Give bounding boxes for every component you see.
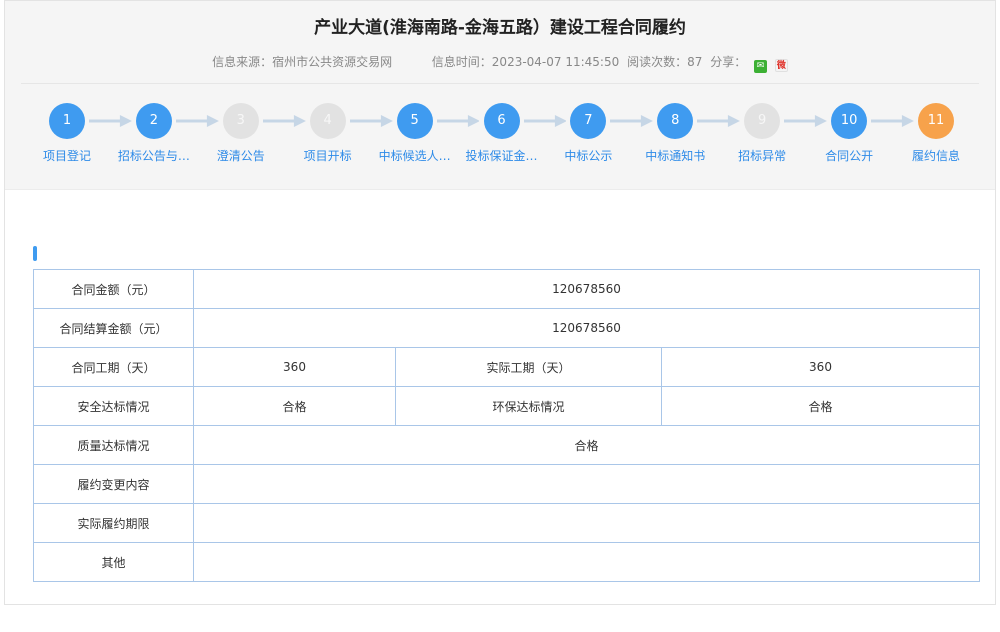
step-arrow [523,115,567,127]
step-10-label[interactable]: 合同公开 [808,147,890,164]
table-row: 履约变更内容 [33,464,981,504]
step-1-circle[interactable]: 1 [49,103,85,139]
step-4-label[interactable]: 项目开标 [287,147,369,164]
step-arrow [349,115,393,127]
step-3-circle[interactable]: 3 [222,103,259,139]
table-row: 其他 [33,542,981,582]
actual-period-label: 实际工期（天） [395,347,662,387]
change-value [192,464,981,504]
step-arrow [436,115,480,127]
step-11-circle[interactable]: 11 [918,103,954,139]
environment-label: 环保达标情况 [395,386,662,426]
step-arrow [871,115,914,127]
quality-value: 合格 [192,425,981,465]
step-1-label[interactable]: 项目登记 [26,147,108,164]
change-label: 履约变更内容 [33,464,194,504]
section-marker [33,246,37,261]
actual-term-value [192,503,981,543]
table-row: 实际履约期限 [33,503,981,543]
environment-value: 合格 [660,386,981,426]
step-10-circle[interactable]: 10 [831,103,868,139]
actual-period-value: 360 [660,347,981,387]
step-arrow [262,115,306,127]
table-row: 合同结算金额（元） 120678560 [33,308,981,348]
table-row: 合同工期（天） 360 实际工期（天） 360 [33,347,981,387]
step-arrow [610,115,654,127]
contract-amount-value: 120678560 [192,269,981,309]
table-row: 合同金额（元） 120678560 [33,269,981,309]
table-row: 质量达标情况 合格 [33,425,981,465]
step-arrow [697,115,741,127]
step-8-circle[interactable]: 8 [657,103,694,139]
quality-label: 质量达标情况 [33,425,194,465]
content-card: 产业大道(淮海南路-金海五路）建设工程合同履约 信息来源：宿州市公共资源交易网 … [4,0,996,605]
contract-period-value: 360 [193,347,396,387]
step-7-label[interactable]: 中标公示 [547,147,629,164]
step-5-circle[interactable]: 5 [396,103,433,139]
step-arrow [89,115,132,127]
contract-info-table: 合同金额（元） 120678560 合同结算金额（元） 120678560 合同… [33,269,981,582]
step-arrow [175,115,219,127]
contract-period-label: 合同工期（天） [33,347,194,387]
page-header: 产业大道(淮海南路-金海五路）建设工程合同履约 信息来源：宿州市公共资源交易网 … [5,1,995,190]
safety-label: 安全达标情况 [33,386,194,426]
progress-steps: 1 项目登记 2 招标公告与… 3 澄清公告 4 项目开标 5 中标候选人… 6 投标保证金… 7 中标公… [5,1,995,189]
step-4-circle[interactable]: 4 [309,103,346,139]
step-9-circle[interactable]: 9 [744,103,781,139]
step-8-label[interactable]: 中标通知书 [634,147,716,164]
step-2-circle[interactable]: 2 [135,103,172,139]
step-7-circle[interactable]: 7 [570,103,607,139]
step-arrow [784,115,828,127]
settlement-amount-label: 合同结算金额（元） [33,308,194,348]
step-9-label[interactable]: 招标异常 [721,147,803,164]
table-row: 安全达标情况 合格 环保达标情况 合格 [33,386,981,426]
step-6-circle[interactable]: 6 [483,103,520,139]
step-3-label[interactable]: 澄清公告 [200,147,282,164]
step-11-label[interactable]: 履约信息 [895,147,977,164]
actual-term-label: 实际履约期限 [33,503,194,543]
other-value [192,542,981,582]
other-label: 其他 [33,542,194,582]
step-5-label[interactable]: 中标候选人… [374,147,456,164]
step-6-label[interactable]: 投标保证金… [461,147,543,164]
contract-amount-label: 合同金额（元） [33,269,194,309]
settlement-amount-value: 120678560 [192,308,981,348]
step-2-label[interactable]: 招标公告与… [113,147,195,164]
safety-value: 合格 [193,386,396,426]
